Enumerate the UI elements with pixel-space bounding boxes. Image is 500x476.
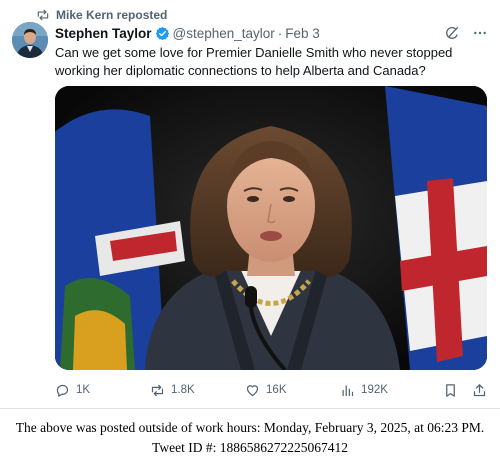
avatar-image: [12, 22, 48, 58]
repost-icon: [37, 9, 49, 21]
views-icon: [342, 385, 354, 396]
tweet-card[interactable]: Mike Kern reposted Stephen Taylor @steph…: [0, 0, 500, 408]
repost-label: Mike Kern reposted: [56, 8, 168, 22]
separator-dot: ·: [277, 25, 283, 41]
footer-line-2: Tweet ID #: 1886586272225067412: [152, 440, 348, 455]
grok-icon[interactable]: [444, 25, 460, 41]
footer-caption: The above was posted outside of work hou…: [0, 418, 500, 458]
repost-indicator[interactable]: Mike Kern reposted: [36, 6, 167, 24]
divider: [0, 408, 500, 409]
views-count: 192K: [361, 384, 388, 396]
repost-icon: [151, 384, 164, 396]
like-button[interactable]: 16K: [245, 383, 340, 398]
like-icon: [246, 384, 259, 396]
repost-count: 1.8K: [171, 384, 195, 396]
tweet-header: Stephen Taylor @stephen_taylor · Feb 3: [55, 24, 488, 42]
more-icon[interactable]: [472, 25, 488, 41]
reply-icon: [56, 384, 69, 397]
reply-count: 1K: [76, 384, 91, 396]
verified-badge-icon: [155, 26, 169, 40]
share-icon[interactable]: [472, 383, 487, 398]
photo-image: [55, 86, 487, 370]
author-name[interactable]: Stephen Taylor: [55, 26, 152, 41]
author-handle[interactable]: @stephen_taylor: [173, 26, 275, 41]
repost-button[interactable]: 1.8K: [150, 383, 245, 398]
tweet-text: Can we get some love for Premier Daniell…: [55, 45, 453, 78]
tweet-media-image[interactable]: [55, 86, 487, 370]
avatar[interactable]: [12, 22, 48, 58]
like-count: 16K: [266, 384, 287, 396]
views-button[interactable]: 192K: [340, 383, 443, 398]
post-date[interactable]: Feb 3: [285, 26, 320, 41]
header-actions: [444, 25, 488, 41]
tweet-actions: 1K 1.8K 16K 192K: [55, 381, 487, 399]
footer-line-1: The above was posted outside of work hou…: [15, 420, 485, 435]
reply-button[interactable]: 1K: [55, 383, 150, 398]
secondary-actions: [443, 383, 487, 398]
bookmark-icon[interactable]: [443, 383, 458, 398]
